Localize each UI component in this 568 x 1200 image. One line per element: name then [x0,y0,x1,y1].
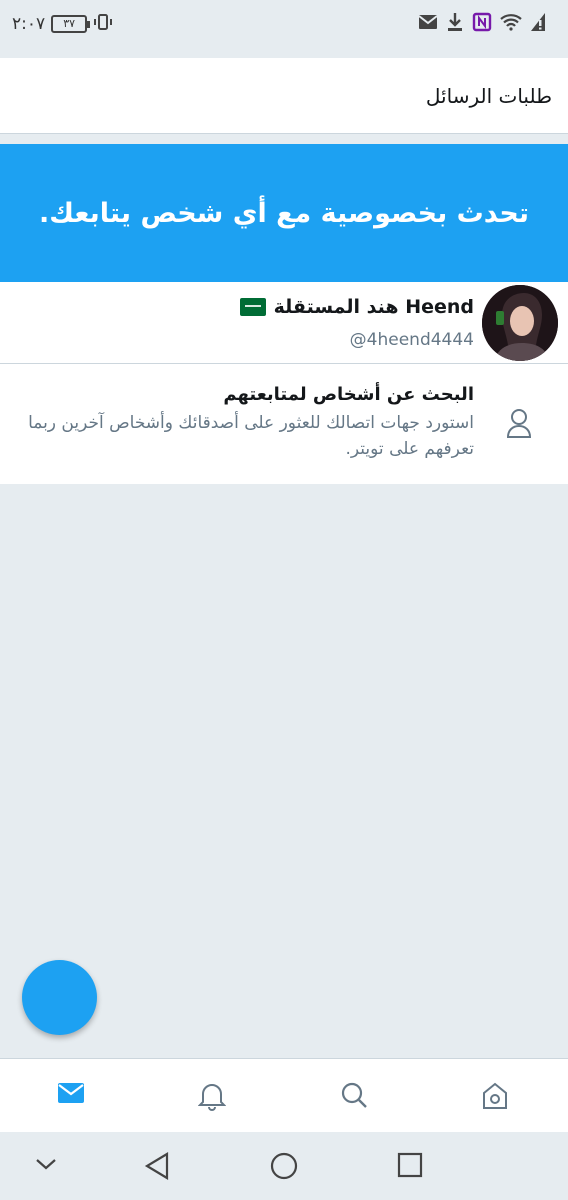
home-circle-icon[interactable] [270,1152,298,1184]
onenote-icon [472,12,492,36]
suggestion-title: البحث عن أشخاص لمتابعتهم [223,384,474,405]
bell-icon[interactable] [197,1081,227,1115]
recents-icon[interactable] [397,1152,423,1182]
banner-text: تحدث بخصوصية مع أي شخص يتابعك. [38,197,530,229]
mail-icon[interactable] [57,1081,85,1109]
home-icon[interactable] [481,1081,509,1115]
avatar[interactable] [482,285,558,361]
system-navigation [0,1132,568,1200]
profile-handle: @4heend4444 [349,330,474,350]
download-icon [446,12,464,36]
new-message-button[interactable] [22,960,97,1035]
profile-name: Heend هند المستقلة [273,296,474,318]
message-requests-banner: تحدث بخصوصية مع أي شخص يتابعك. [0,144,568,282]
mail-icon [418,14,438,34]
find-people-suggestion[interactable]: البحث عن أشخاص لمتابعتهم استورد جهات اتص… [0,364,568,484]
person-icon [506,408,532,442]
chevron-down-icon[interactable] [34,1156,58,1176]
suggestion-body: استورد جهات اتصالك للعثور على أصدقائك وأ… [28,413,474,459]
vibrate-icon [93,12,113,36]
status-time: ٢:٠٧ [12,14,46,34]
page-header: طلبات الرسائل [0,58,568,134]
wifi-icon [500,13,522,35]
bottom-navigation [0,1058,568,1132]
signal-alert-icon [530,12,546,36]
battery-icon: ٣٧ [51,15,91,33]
status-bar: ٢:٠٧ ٣٧ [0,0,568,46]
profile-row[interactable]: Heend هند المستقلة @4heend4444 [0,282,568,364]
search-icon[interactable] [340,1081,368,1113]
saudi-flag-icon [239,298,266,316]
page-title: طلبات الرسائل [425,84,552,108]
back-icon[interactable] [144,1152,170,1184]
